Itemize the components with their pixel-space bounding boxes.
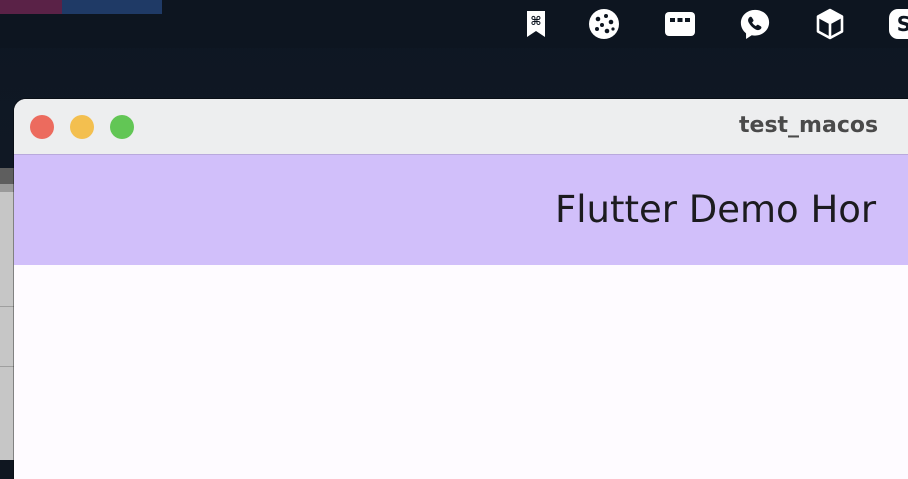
skype-icon[interactable]: S: [888, 8, 908, 40]
app-bar-title: Flutter Demo Hor: [555, 188, 877, 231]
menu-bar: ⌘ S: [0, 0, 908, 48]
minimize-button[interactable]: [70, 115, 94, 139]
app-body: [14, 265, 908, 479]
window-titlebar[interactable]: test_macos: [14, 99, 908, 155]
menu-bar-app-strip-2: [62, 0, 162, 14]
divider: [0, 306, 14, 307]
keyboard-shortcut-bookmark-icon[interactable]: ⌘: [520, 8, 552, 40]
viber-icon[interactable]: [739, 8, 771, 40]
background-window-toolbar: [0, 184, 14, 192]
keyboard-icon[interactable]: [664, 8, 696, 40]
box-icon[interactable]: [814, 8, 846, 40]
cookie-icon[interactable]: [588, 8, 620, 40]
app-bar: Flutter Demo Hor: [14, 155, 908, 265]
background-window-titlebar: [0, 168, 14, 184]
divider: [0, 366, 14, 367]
window-title: test_macos: [739, 113, 879, 138]
menu-bar-app-strip: [0, 0, 62, 14]
background-window-edge: [0, 168, 14, 460]
app-window: test_macos Flutter Demo Hor: [14, 99, 908, 479]
close-button[interactable]: [30, 115, 54, 139]
svg-text:S: S: [897, 12, 908, 36]
zoom-button[interactable]: [110, 115, 134, 139]
svg-text:⌘: ⌘: [530, 14, 541, 28]
